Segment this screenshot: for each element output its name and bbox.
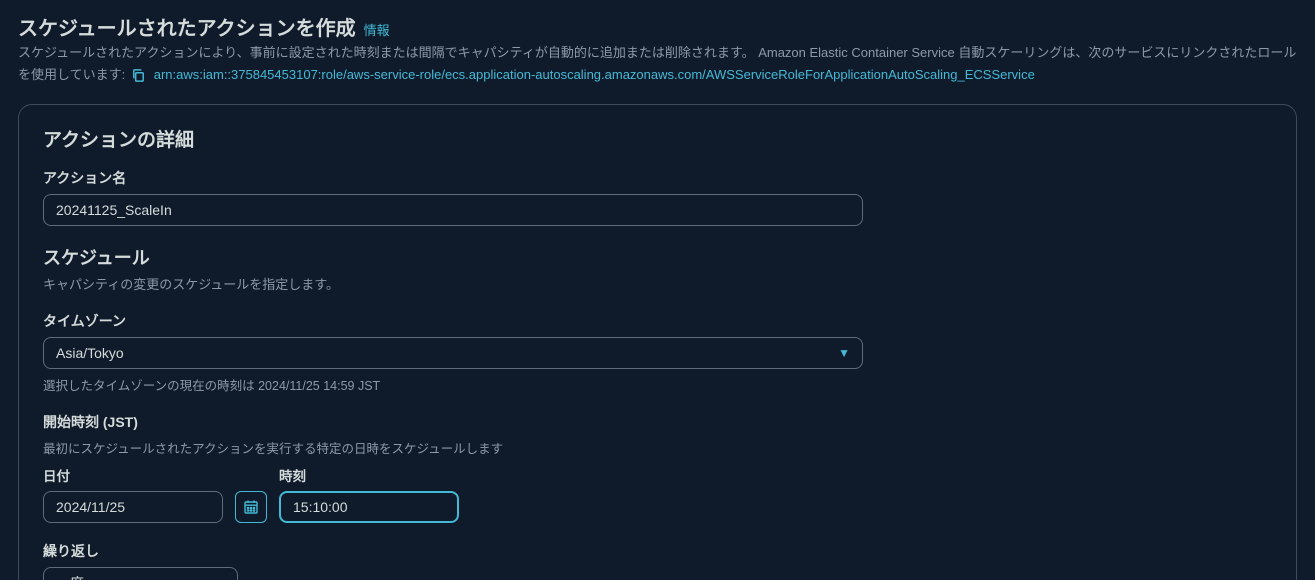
date-input[interactable] [43, 491, 223, 523]
recurrence-label: 繰り返し [43, 541, 1272, 561]
copy-icon[interactable] [131, 68, 146, 83]
action-name-input[interactable] [43, 194, 863, 226]
timezone-select[interactable]: Asia/Tokyo ▼ [43, 337, 863, 369]
schedule-title: スケジュール [43, 244, 1272, 270]
chevron-down-icon: ▼ [838, 346, 850, 360]
schedule-desc: キャパシティの変更のスケジュールを指定します。 [43, 274, 1272, 293]
recurrence-select[interactable]: 一度 ▼ [43, 567, 238, 580]
info-link[interactable]: 情報 [364, 20, 390, 39]
start-time-help: 最初にスケジュールされたアクションを実行する特定の日時をスケジュールします [43, 438, 1272, 457]
arn-link[interactable]: arn:aws:iam::375845453107:role/aws-servi… [154, 67, 1035, 82]
time-label: 時刻 [279, 465, 459, 485]
timezone-value: Asia/Tokyo [56, 345, 124, 361]
date-label: 日付 [43, 465, 223, 485]
time-input[interactable] [279, 491, 459, 523]
timezone-help: 選択したタイムゾーンの現在の時刻は 2024/11/25 14:59 JST [43, 375, 1272, 394]
action-details-panel: アクションの詳細 アクション名 スケジュール キャパシティの変更のスケジュールを… [18, 104, 1297, 580]
timezone-label: タイムゾーン [43, 311, 1272, 331]
calendar-button[interactable] [235, 491, 267, 523]
chevron-down-icon: ▼ [213, 576, 225, 580]
section-title: アクションの詳細 [43, 125, 1272, 152]
action-name-label: アクション名 [43, 168, 1272, 188]
recurrence-value: 一度 [56, 573, 84, 580]
page-title: スケジュールされたアクションを作成 [18, 12, 356, 41]
start-time-label: 開始時刻 (JST) [43, 412, 1272, 432]
